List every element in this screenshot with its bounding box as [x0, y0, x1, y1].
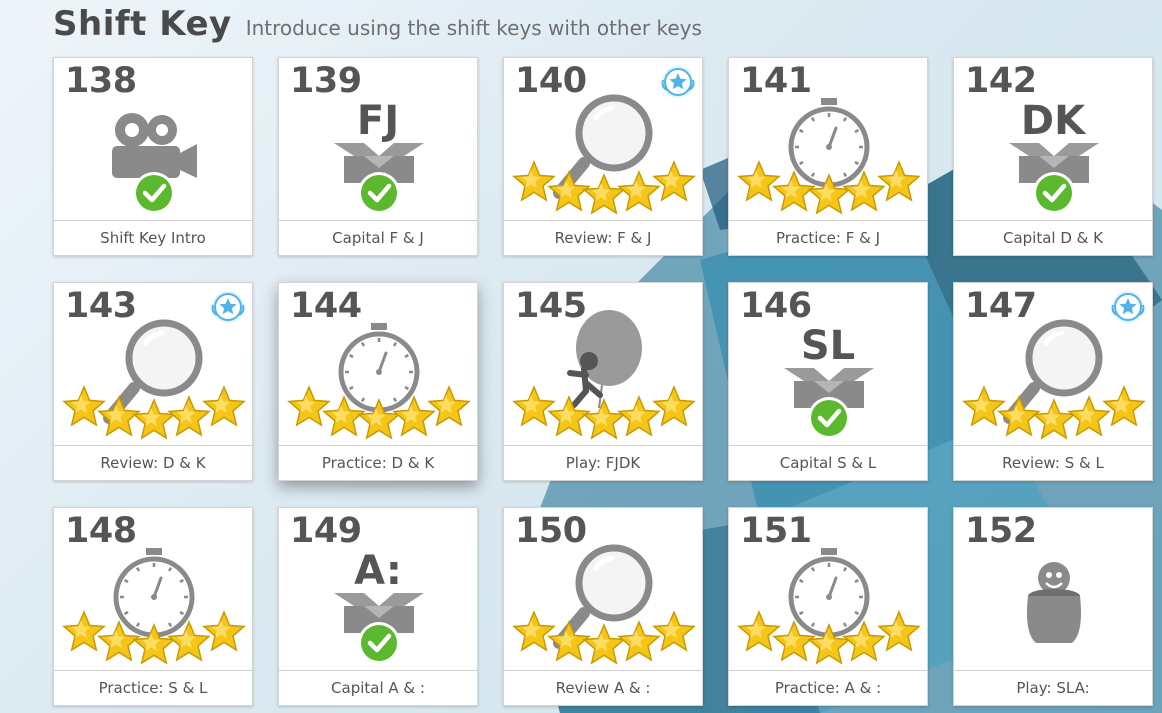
star-icon [877, 610, 921, 652]
lesson-caption: Practice: S & L [54, 670, 252, 705]
lesson-card-147[interactable]: 147 Review: S & L [953, 282, 1153, 481]
lesson-card-146[interactable]: 146 SL Capital S & L [728, 282, 928, 481]
stopwatch-icon [113, 548, 195, 638]
lesson-card-143[interactable]: 143 Review: D & K [53, 282, 253, 481]
star-icon [617, 620, 661, 662]
star-icon [202, 385, 246, 427]
lesson-card-148[interactable]: 148 Practice: S & L [53, 507, 253, 706]
lesson-caption: Capital F & J [279, 220, 477, 255]
star-icon [512, 385, 556, 427]
lesson-number: 151 [740, 511, 812, 551]
check-icon [358, 622, 400, 664]
check-icon [808, 397, 850, 439]
key-label: A: [354, 548, 402, 594]
lesson-caption: Shift Key Intro [54, 220, 252, 255]
star-icon [167, 395, 211, 437]
star-icon [617, 395, 661, 437]
section-subtitle: Introduce using the shift keys with othe… [245, 16, 702, 40]
lesson-caption: Review: S & L [954, 445, 1152, 480]
star-icon [997, 395, 1041, 437]
lesson-card-152[interactable]: 152 Play: SLA: [953, 507, 1153, 706]
star-icon [962, 385, 1006, 427]
lesson-number: 149 [290, 511, 362, 551]
achievement-badge-icon [1111, 291, 1145, 323]
key-label: FJ [356, 98, 400, 144]
lesson-number: 152 [965, 511, 1037, 551]
lesson-caption: Play: SLA: [954, 670, 1152, 705]
lesson-caption: Review: D & K [54, 445, 252, 480]
stopwatch-icon [788, 98, 870, 188]
star-icon [652, 610, 696, 652]
star-icon [617, 170, 661, 212]
lesson-number: 144 [290, 286, 362, 326]
star-icon [547, 170, 591, 212]
lesson-card-139[interactable]: 139 FJ Capital F & J [278, 57, 478, 256]
achievement-badge-icon [661, 66, 695, 98]
lesson-number: 140 [515, 61, 587, 101]
lesson-number: 139 [290, 61, 362, 101]
star-icon [202, 610, 246, 652]
star-icon [62, 385, 106, 427]
check-icon [358, 172, 400, 214]
star-icon [287, 385, 331, 427]
achievement-badge-icon [211, 291, 245, 323]
lesson-number: 142 [965, 61, 1037, 101]
lesson-card-140[interactable]: 140 Review: F & J [503, 57, 703, 256]
star-icon [132, 398, 176, 440]
lesson-caption: Practice: D & K [279, 445, 477, 480]
lesson-caption: Review A & : [504, 670, 702, 705]
video-camera-icon [112, 113, 197, 178]
lesson-number: 145 [515, 286, 587, 326]
star-icon [512, 160, 556, 202]
star-icon [97, 395, 141, 437]
pot-creature-icon [1027, 562, 1081, 643]
star-icon [582, 173, 626, 215]
lesson-card-151[interactable]: 151 Practice: A & : [728, 507, 928, 706]
lesson-number: 150 [515, 511, 587, 551]
star-icon [512, 610, 556, 652]
star-icon [1102, 385, 1146, 427]
star-icon [652, 385, 696, 427]
section-title: Shift Key [53, 4, 232, 44]
stopwatch-icon [338, 323, 420, 413]
star-icon [1067, 395, 1111, 437]
check-icon [1033, 172, 1075, 214]
lesson-card-149[interactable]: 149 A: Capital A & : [278, 507, 478, 706]
lesson-caption: Practice: F & J [729, 220, 927, 255]
star-icon [582, 398, 626, 440]
check-icon [133, 172, 175, 214]
lesson-caption: Capital S & L [729, 445, 927, 480]
lesson-number: 141 [740, 61, 812, 101]
key-label: DK [1020, 98, 1086, 144]
section-header: Shift Key Introduce using the shift keys… [53, 4, 702, 44]
star-icon [652, 160, 696, 202]
lesson-card-138[interactable]: 138 Shift Key Intro [53, 57, 253, 256]
star-icon [547, 620, 591, 662]
lesson-caption: Review: F & J [504, 220, 702, 255]
lesson-number: 147 [965, 286, 1037, 326]
star-icon [62, 610, 106, 652]
star-icon [737, 610, 781, 652]
lesson-caption: Capital D & K [954, 220, 1152, 255]
lesson-card-142[interactable]: 142 DK Capital D & K [953, 57, 1153, 256]
lesson-number: 138 [65, 61, 137, 101]
star-icon [582, 623, 626, 665]
lesson-card-145[interactable]: 145 Play: FJDK [503, 282, 703, 481]
lesson-number: 148 [65, 511, 137, 551]
star-icon [1032, 398, 1076, 440]
lesson-number: 143 [65, 286, 137, 326]
lesson-card-141[interactable]: 141 Practice: F & J [728, 57, 928, 256]
lesson-caption: Capital A & : [279, 670, 477, 705]
key-label: SL [800, 323, 856, 369]
star-icon [877, 160, 921, 202]
lesson-caption: Play: FJDK [504, 445, 702, 480]
star-icon [427, 385, 471, 427]
star-icon [547, 395, 591, 437]
lesson-card-150[interactable]: 150 Review A & : [503, 507, 703, 706]
stopwatch-icon [788, 548, 870, 638]
lesson-card-144[interactable]: 144 Practice: D & K [278, 282, 478, 481]
lesson-caption: Practice: A & : [729, 670, 927, 705]
star-icon [737, 160, 781, 202]
lesson-number: 146 [740, 286, 812, 326]
